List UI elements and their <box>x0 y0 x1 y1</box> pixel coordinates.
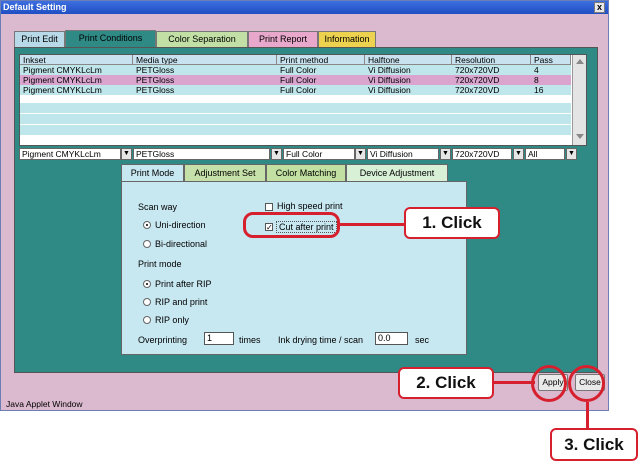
rip-only-label[interactable]: RIP only <box>155 315 189 325</box>
highlight-ring-close <box>568 365 605 402</box>
cell-print-method: Full Color <box>280 85 317 95</box>
cell-resolution: 720x720VD <box>455 85 500 95</box>
tab-color-separation[interactable]: Color Separation <box>156 31 248 48</box>
bi-directional-radio[interactable] <box>143 240 151 248</box>
overprinting-label: Overprinting <box>138 335 188 345</box>
tab-print-report[interactable]: Print Report <box>248 31 318 48</box>
inkset-select[interactable]: Pigment CMYKLcLm <box>19 148 121 160</box>
callout-connector-2 <box>493 381 535 384</box>
window-close-icon[interactable]: x <box>594 2 605 13</box>
ink-drying-input[interactable]: 0.0 <box>375 332 408 345</box>
media-type-select[interactable]: PETGloss <box>133 148 270 160</box>
window-titlebar[interactable]: Default Setting x <box>1 1 608 14</box>
cell-inkset: Pigment CMYKLcLm <box>23 85 102 95</box>
table-scrollbar[interactable] <box>572 55 586 145</box>
cell-media-type: PETGloss <box>136 65 175 75</box>
cell-halftone: Vi Diffusion <box>368 75 411 85</box>
column-header-resolution[interactable]: Resolution <box>452 55 531 65</box>
halftone-select[interactable]: Vi Diffusion <box>367 148 439 160</box>
high-speed-print-label[interactable]: High speed print <box>277 201 343 211</box>
callout-step-3: 3. Click <box>550 428 638 461</box>
cell-inkset: Pigment CMYKLcLm <box>23 75 102 85</box>
cell-pass: 4 <box>534 65 539 75</box>
rip-and-print-label[interactable]: RIP and print <box>155 297 207 307</box>
cell-halftone: Vi Diffusion <box>368 65 411 75</box>
sec-label: sec <box>415 335 430 345</box>
resolution-select[interactable]: 720x720VD <box>452 148 512 160</box>
cell-inkset: Pigment CMYKLcLm <box>23 65 102 75</box>
chevron-down-icon[interactable]: ▼ <box>121 148 132 160</box>
default-setting-window: Default Setting x Print Edit Print Condi… <box>0 0 609 411</box>
rip-and-print-radio[interactable] <box>143 298 151 306</box>
tab-print-conditions[interactable]: Print Conditions <box>65 30 156 48</box>
table-row-empty[interactable] <box>20 103 571 113</box>
cell-resolution: 720x720VD <box>455 75 500 85</box>
column-header-pass[interactable]: Pass <box>531 55 571 65</box>
pass-select[interactable]: All <box>525 148 565 160</box>
cell-pass: 8 <box>534 75 539 85</box>
subtab-device-adjustment[interactable]: Device Adjustment <box>346 164 448 182</box>
chevron-down-icon[interactable]: ▼ <box>513 148 524 160</box>
cell-resolution: 720x720VD <box>455 65 500 75</box>
high-speed-print-checkbox[interactable] <box>265 203 273 211</box>
status-bar: Java Applet Window <box>1 396 608 410</box>
cell-print-method: Full Color <box>280 75 317 85</box>
cell-halftone: Vi Diffusion <box>368 85 411 95</box>
scroll-up-icon[interactable] <box>576 59 584 64</box>
times-label: times <box>239 335 261 345</box>
scan-way-label: Scan way <box>138 202 178 212</box>
overprinting-input[interactable]: 1 <box>204 332 234 345</box>
scroll-down-icon[interactable] <box>576 134 584 139</box>
uni-direction-label[interactable]: Uni-direction <box>155 220 206 230</box>
column-header-media-type[interactable]: Media type <box>133 55 277 65</box>
chevron-down-icon[interactable]: ▼ <box>440 148 451 160</box>
tab-print-edit[interactable]: Print Edit <box>14 31 65 48</box>
ink-drying-label: Ink drying time / scan <box>278 335 364 345</box>
chevron-down-icon[interactable]: ▼ <box>271 148 282 160</box>
cell-media-type: PETGloss <box>136 75 175 85</box>
table-row-empty[interactable] <box>20 114 571 124</box>
subtab-adjustment-set[interactable]: Adjustment Set <box>184 164 266 182</box>
table-row-empty[interactable] <box>20 125 571 135</box>
rip-only-radio[interactable] <box>143 316 151 324</box>
column-header-inkset[interactable]: Inkset <box>20 55 133 65</box>
callout-connector-3 <box>586 402 589 428</box>
column-header-print-method[interactable]: Print method <box>277 55 365 65</box>
chevron-down-icon[interactable]: ▼ <box>566 148 577 160</box>
highlight-ring-apply <box>531 365 567 402</box>
print-after-rip-radio[interactable] <box>143 280 151 288</box>
highlight-ring-cut-after-print <box>243 212 340 238</box>
tab-information[interactable]: Information <box>318 31 376 48</box>
callout-connector-1 <box>338 223 406 226</box>
table-row-selected[interactable]: Pigment CMYKLcLm PETGloss Full Color Vi … <box>20 75 571 85</box>
window-title: Default Setting <box>3 2 67 12</box>
uni-direction-radio[interactable] <box>143 221 151 229</box>
table-row[interactable]: Pigment CMYKLcLm PETGloss Full Color Vi … <box>20 85 571 95</box>
callout-step-1: 1. Click <box>404 207 500 239</box>
subtab-color-matching[interactable]: Color Matching <box>266 164 346 182</box>
bi-directional-label[interactable]: Bi-directional <box>155 239 207 249</box>
cell-print-method: Full Color <box>280 65 317 75</box>
cell-pass: 16 <box>534 85 544 95</box>
print-mode-label: Print mode <box>138 259 182 269</box>
callout-step-2: 2. Click <box>398 367 494 399</box>
chevron-down-icon[interactable]: ▼ <box>355 148 366 160</box>
table-row[interactable]: Pigment CMYKLcLm PETGloss Full Color Vi … <box>20 65 571 75</box>
cell-media-type: PETGloss <box>136 85 175 95</box>
column-header-halftone[interactable]: Halftone <box>365 55 452 65</box>
conditions-table: Inkset Media type Print method Halftone … <box>19 54 587 146</box>
print-after-rip-label[interactable]: Print after RIP <box>155 279 212 289</box>
print-method-select[interactable]: Full Color <box>283 148 355 160</box>
